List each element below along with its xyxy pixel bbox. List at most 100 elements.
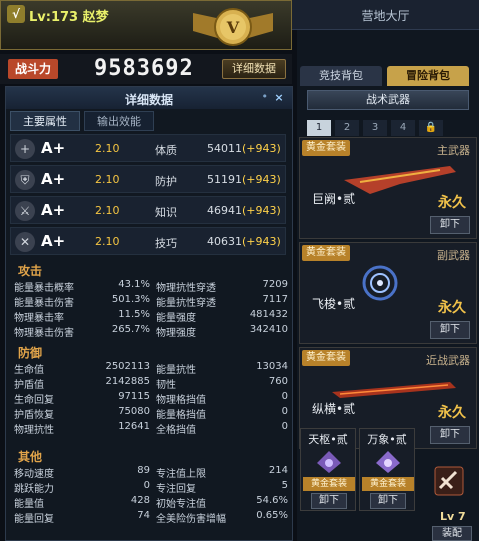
attribute-grade: A+	[41, 201, 66, 219]
gold-set-tag: 黄金套装	[362, 477, 414, 491]
attribute-row: ⚔ A+ 2.10 知识 46941(+943)	[10, 196, 286, 224]
stat-label: 专注回复	[156, 484, 196, 495]
combat-power-row: 战斗力 9583692 详细数据	[0, 54, 292, 84]
combat-power-label: 战斗力	[8, 59, 58, 79]
item-name: 天枢•贰	[308, 433, 348, 446]
section-attack: 攻击	[18, 264, 43, 278]
stat-label: 跳跃能力	[14, 484, 54, 495]
scroll-item-icon[interactable]	[432, 464, 466, 498]
weapon-type: 近战武器	[426, 354, 470, 367]
detail-data-button[interactable]: 详细数据	[222, 59, 286, 79]
slot-tab-4[interactable]: 4	[391, 120, 415, 136]
shield-icon: ⛨	[15, 170, 35, 190]
equip-button[interactable]: 装配	[432, 526, 472, 541]
primary-weapon-card[interactable]: 黄金套装 主武器 巨阙•贰 永久 卸下	[299, 137, 477, 239]
stat-value: 54.6%	[256, 495, 288, 506]
stat-label: 能量抗性穿透	[156, 298, 216, 309]
stat-left: 护盾值 2142885	[14, 376, 150, 391]
gold-set-tag: 黄金套装	[302, 140, 350, 156]
stat-value: 0	[281, 406, 288, 417]
stat-label: 物理格挡值	[156, 395, 206, 406]
stat-value: 0	[281, 391, 288, 402]
spiral-disc-icon	[362, 265, 398, 301]
unequip-button[interactable]: 卸下	[430, 216, 470, 234]
unequip-button[interactable]: 卸下	[370, 493, 406, 509]
stat-value: 342410	[249, 324, 288, 335]
item-name: 万象•贰	[367, 433, 407, 446]
stat-value: 428	[130, 495, 150, 506]
weapon-permanent: 永久	[438, 405, 466, 421]
stat-left: 生命回复 97115	[14, 391, 150, 406]
panel-title: 详细数据	[124, 93, 173, 107]
weapon-type: 主武器	[437, 144, 470, 157]
weapon-permanent: 永久	[438, 300, 466, 316]
tactical-item-card[interactable]: 万象•贰 黄金套装 卸下	[359, 428, 415, 511]
tab-adventure-bag[interactable]: 冒险背包	[387, 66, 469, 86]
attribute-name: 知识	[155, 206, 177, 219]
stat-right: 物理强度 342410	[156, 324, 288, 339]
attribute-name: 技巧	[155, 237, 177, 250]
stat-value: 2502113	[105, 361, 150, 372]
stat-label: 专注值上限	[156, 469, 206, 480]
stat-label: 全美险伤害增幅	[156, 514, 226, 525]
plus-icon: +	[15, 139, 35, 159]
stat-left: 生命值 2502113	[14, 361, 150, 376]
weapon-name: 纵横•贰	[312, 402, 356, 416]
attribute-bonus: (+943)	[242, 142, 281, 155]
unequip-button[interactable]: 卸下	[430, 426, 470, 444]
stat-label: 能量格挡值	[156, 410, 206, 421]
pin-icon[interactable]: •	[262, 90, 269, 103]
unequip-button[interactable]: 卸下	[311, 493, 347, 509]
stat-left: 能量暴击伤害 501.3%	[14, 294, 150, 309]
attribute-row: ✕ A+ 2.10 技巧 40631(+943)	[10, 227, 286, 255]
stat-value: 89	[137, 465, 150, 476]
close-button[interactable]: ×	[270, 90, 288, 106]
stat-value: 5	[281, 480, 288, 491]
stat-label: 物理暴击率	[14, 313, 64, 324]
gold-set-tag: 黄金套装	[303, 477, 355, 491]
stat-right: 能量强度 481432	[156, 309, 288, 324]
stat-label: 初始专注值	[156, 499, 206, 510]
stat-left: 能量回复 74	[14, 510, 150, 525]
stat-value: 12641	[118, 421, 150, 432]
rank-v-emblem-icon: V	[193, 8, 273, 46]
unequip-button[interactable]: 卸下	[430, 321, 470, 339]
secondary-weapon-card[interactable]: 黄金套装 副武器 飞梭•贰 永久 卸下	[299, 242, 477, 344]
weapon-name: 巨阙•贰	[312, 192, 356, 206]
lobby-title: 营地大厅	[361, 9, 410, 23]
tactical-weapons-button[interactable]: 战术武器	[307, 90, 469, 110]
stat-label: 护盾恢复	[14, 410, 54, 421]
panel-title-bar[interactable]: 详细数据 • ×	[6, 87, 292, 109]
slot-tab-2[interactable]: 2	[335, 120, 359, 136]
slot-tab-3[interactable]: 3	[363, 120, 387, 136]
stat-right: 全格挡值 0	[156, 421, 288, 436]
attribute-grade: A+	[41, 232, 66, 250]
tactical-item-card[interactable]: 天枢•贰 黄金套装 卸下	[300, 428, 356, 511]
attribute-value-number: 46941	[207, 204, 242, 217]
slot-tab-1[interactable]: 1	[307, 120, 331, 136]
lock-icon[interactable]: 🔒	[419, 120, 443, 136]
weapon-type: 副武器	[437, 249, 470, 262]
tab-output-efficiency[interactable]: 输出效能	[84, 111, 154, 131]
stat-label: 能量暴击伤害	[14, 298, 74, 309]
tab-main-attributes[interactable]: 主要属性	[10, 111, 80, 131]
stat-value: 481432	[249, 309, 288, 320]
weapon-name: 飞梭•贰	[312, 297, 356, 311]
attribute-value-number: 51191	[207, 173, 242, 186]
gadget-icon	[317, 451, 341, 473]
tab-competitive-bag[interactable]: 竞技背包	[300, 66, 382, 86]
stat-value: 501.3%	[111, 294, 150, 305]
attribute-value: 40631(+943)	[207, 235, 281, 248]
stat-value: 11.5%	[118, 309, 150, 320]
weapon-permanent: 永久	[438, 195, 466, 211]
attribute-value-number: 54011	[207, 142, 242, 155]
stat-value: 13034	[256, 361, 288, 372]
stat-right: 能量抗性 13034	[156, 361, 288, 376]
stat-right: 专注值上限 214	[156, 465, 288, 480]
svg-text:V: V	[226, 18, 240, 37]
gold-set-tag: 黄金套装	[302, 245, 350, 261]
stat-value: 214	[268, 465, 288, 476]
check-icon: √	[7, 5, 25, 23]
stat-label: 能量抗性	[156, 365, 196, 376]
blade-icon: ✕	[15, 232, 35, 252]
